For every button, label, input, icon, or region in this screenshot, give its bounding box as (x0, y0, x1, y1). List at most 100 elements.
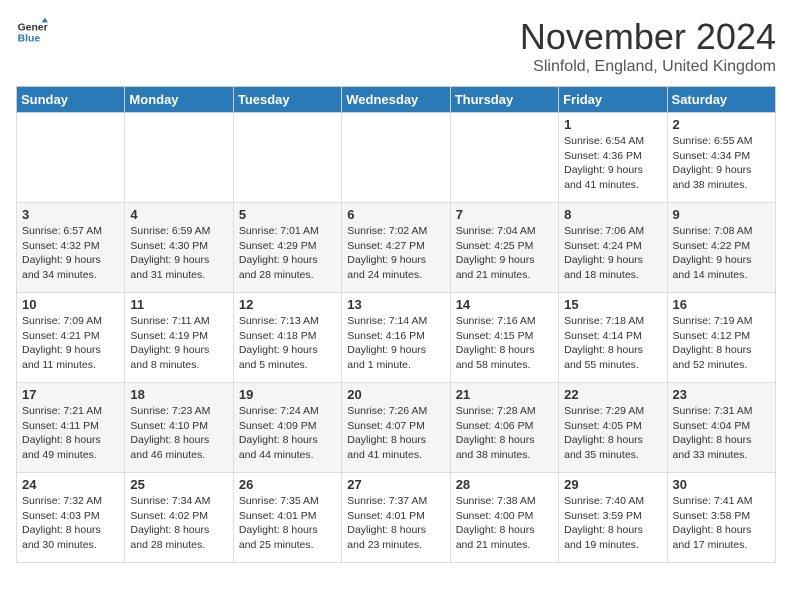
calendar-cell: 3 Sunrise: 6:57 AMSunset: 4:32 PMDaylight… (17, 203, 125, 293)
calendar-cell: 23 Sunrise: 7:31 AMSunset: 4:04 PMDayligh… (667, 383, 775, 473)
calendar-cell: 12 Sunrise: 7:13 AMSunset: 4:18 PMDayligh… (233, 293, 341, 383)
day-info: Sunrise: 7:26 AMSunset: 4:07 PMDaylight:… (347, 404, 444, 463)
day-info: Sunrise: 7:35 AMSunset: 4:01 PMDaylight:… (239, 494, 336, 553)
day-info: Sunrise: 7:01 AMSunset: 4:29 PMDaylight:… (239, 224, 336, 283)
day-info: Sunrise: 6:54 AMSunset: 4:36 PMDaylight:… (564, 134, 661, 193)
calendar-cell: 2 Sunrise: 6:55 AMSunset: 4:34 PMDaylight… (667, 113, 775, 203)
week-row-5: 24 Sunrise: 7:32 AMSunset: 4:03 PMDayligh… (17, 473, 776, 563)
day-number: 29 (564, 477, 661, 492)
day-info: Sunrise: 7:32 AMSunset: 4:03 PMDaylight:… (22, 494, 119, 553)
day-info: Sunrise: 7:28 AMSunset: 4:06 PMDaylight:… (456, 404, 553, 463)
day-number: 2 (673, 117, 770, 132)
calendar-cell: 10 Sunrise: 7:09 AMSunset: 4:21 PMDayligh… (17, 293, 125, 383)
day-number: 7 (456, 207, 553, 222)
day-info: Sunrise: 7:19 AMSunset: 4:12 PMDaylight:… (673, 314, 770, 373)
calendar-cell: 4Sunrise: 6:59 AMSunset: 4:30 PMDaylight… (125, 203, 233, 293)
calendar-cell: 19 Sunrise: 7:24 AMSunset: 4:09 PMDayligh… (233, 383, 341, 473)
weekday-header-saturday: Saturday (667, 87, 775, 113)
location-title: Slinfold, England, United Kingdom (520, 58, 776, 76)
calendar-cell: 24 Sunrise: 7:32 AMSunset: 4:03 PMDayligh… (17, 473, 125, 563)
day-info: Sunrise: 7:24 AMSunset: 4:09 PMDaylight:… (239, 404, 336, 463)
day-info: Sunrise: 7:29 AMSunset: 4:05 PMDaylight:… (564, 404, 661, 463)
day-number: 22 (564, 387, 661, 402)
calendar-cell: 28Sunrise: 7:38 AMSunset: 4:00 PMDayligh… (450, 473, 558, 563)
day-number: 5 (239, 207, 336, 222)
svg-text:Blue: Blue (18, 34, 41, 45)
calendar-cell: 11Sunrise: 7:11 AMSunset: 4:19 PMDayligh… (125, 293, 233, 383)
day-number: 21 (456, 387, 553, 402)
calendar-cell: 7 Sunrise: 7:04 AMSunset: 4:25 PMDaylight… (450, 203, 558, 293)
day-info: Sunrise: 7:23 AMSunset: 4:10 PMDaylight:… (130, 404, 227, 463)
day-number: 9 (673, 207, 770, 222)
day-number: 24 (22, 477, 119, 492)
day-number: 27 (347, 477, 444, 492)
day-number: 17 (22, 387, 119, 402)
day-number: 3 (22, 207, 119, 222)
month-title: November 2024 (520, 16, 776, 58)
day-info: Sunrise: 7:08 AMSunset: 4:22 PMDaylight:… (673, 224, 770, 283)
svg-text:General: General (18, 22, 48, 33)
calendar-cell (233, 113, 341, 203)
day-number: 16 (673, 297, 770, 312)
day-number: 13 (347, 297, 444, 312)
day-info: Sunrise: 7:16 AMSunset: 4:15 PMDaylight:… (456, 314, 553, 373)
day-number: 11 (130, 297, 227, 312)
week-row-1: 1Sunrise: 6:54 AMSunset: 4:36 PMDaylight… (17, 113, 776, 203)
day-number: 10 (22, 297, 119, 312)
calendar-cell: 27Sunrise: 7:37 AMSunset: 4:01 PMDayligh… (342, 473, 450, 563)
week-row-4: 17 Sunrise: 7:21 AMSunset: 4:11 PMDayligh… (17, 383, 776, 473)
day-info: Sunrise: 7:21 AMSunset: 4:11 PMDaylight:… (22, 404, 119, 463)
day-info: Sunrise: 7:31 AMSunset: 4:04 PMDaylight:… (673, 404, 770, 463)
day-info: Sunrise: 6:57 AMSunset: 4:32 PMDaylight:… (22, 224, 119, 283)
calendar-cell: 16 Sunrise: 7:19 AMSunset: 4:12 PMDayligh… (667, 293, 775, 383)
logo-icon: General Blue (16, 16, 48, 48)
calendar-cell: 21 Sunrise: 7:28 AMSunset: 4:06 PMDayligh… (450, 383, 558, 473)
calendar-cell (450, 113, 558, 203)
title-area: November 2024 Slinfold, England, United … (520, 16, 776, 76)
day-info: Sunrise: 7:41 AMSunset: 3:58 PMDaylight:… (673, 494, 770, 553)
day-number: 25 (130, 477, 227, 492)
weekday-header-monday: Monday (125, 87, 233, 113)
weekday-header-thursday: Thursday (450, 87, 558, 113)
day-number: 8 (564, 207, 661, 222)
day-number: 14 (456, 297, 553, 312)
day-number: 6 (347, 207, 444, 222)
day-number: 23 (673, 387, 770, 402)
calendar-cell: 22 Sunrise: 7:29 AMSunset: 4:05 PMDayligh… (559, 383, 667, 473)
day-info: Sunrise: 7:06 AMSunset: 4:24 PMDaylight:… (564, 224, 661, 283)
week-row-3: 10 Sunrise: 7:09 AMSunset: 4:21 PMDayligh… (17, 293, 776, 383)
day-number: 4 (130, 207, 227, 222)
calendar-cell: 15 Sunrise: 7:18 AMSunset: 4:14 PMDayligh… (559, 293, 667, 383)
calendar-cell (342, 113, 450, 203)
calendar-cell: 29 Sunrise: 7:40 AMSunset: 3:59 PMDayligh… (559, 473, 667, 563)
day-number: 12 (239, 297, 336, 312)
day-info: Sunrise: 7:09 AMSunset: 4:21 PMDaylight:… (22, 314, 119, 373)
weekday-header-tuesday: Tuesday (233, 87, 341, 113)
calendar-cell: 8 Sunrise: 7:06 AMSunset: 4:24 PMDaylight… (559, 203, 667, 293)
day-info: Sunrise: 7:04 AMSunset: 4:25 PMDaylight:… (456, 224, 553, 283)
calendar-cell: 25Sunrise: 7:34 AMSunset: 4:02 PMDayligh… (125, 473, 233, 563)
calendar-cell: 26 Sunrise: 7:35 AMSunset: 4:01 PMDayligh… (233, 473, 341, 563)
calendar-cell: 14 Sunrise: 7:16 AMSunset: 4:15 PMDayligh… (450, 293, 558, 383)
weekday-header-friday: Friday (559, 87, 667, 113)
day-number: 20 (347, 387, 444, 402)
calendar-cell (17, 113, 125, 203)
day-info: Sunrise: 7:13 AMSunset: 4:18 PMDaylight:… (239, 314, 336, 373)
calendar-cell (125, 113, 233, 203)
day-number: 19 (239, 387, 336, 402)
logo: General Blue (16, 16, 48, 48)
day-info: Sunrise: 7:38 AMSunset: 4:00 PMDaylight:… (456, 494, 553, 553)
day-number: 26 (239, 477, 336, 492)
calendar-cell: 5 Sunrise: 7:01 AMSunset: 4:29 PMDaylight… (233, 203, 341, 293)
calendar-cell: 1Sunrise: 6:54 AMSunset: 4:36 PMDaylight… (559, 113, 667, 203)
day-number: 15 (564, 297, 661, 312)
day-info: Sunrise: 7:02 AMSunset: 4:27 PMDaylight:… (347, 224, 444, 283)
week-row-2: 3 Sunrise: 6:57 AMSunset: 4:32 PMDaylight… (17, 203, 776, 293)
calendar-cell: 13Sunrise: 7:14 AMSunset: 4:16 PMDayligh… (342, 293, 450, 383)
calendar-cell: 9 Sunrise: 7:08 AMSunset: 4:22 PMDaylight… (667, 203, 775, 293)
calendar-cell: 17 Sunrise: 7:21 AMSunset: 4:11 PMDayligh… (17, 383, 125, 473)
day-info: Sunrise: 7:18 AMSunset: 4:14 PMDaylight:… (564, 314, 661, 373)
header: General Blue November 2024 Slinfold, Eng… (16, 16, 776, 76)
day-info: Sunrise: 6:55 AMSunset: 4:34 PMDaylight:… (673, 134, 770, 193)
day-info: Sunrise: 7:40 AMSunset: 3:59 PMDaylight:… (564, 494, 661, 553)
